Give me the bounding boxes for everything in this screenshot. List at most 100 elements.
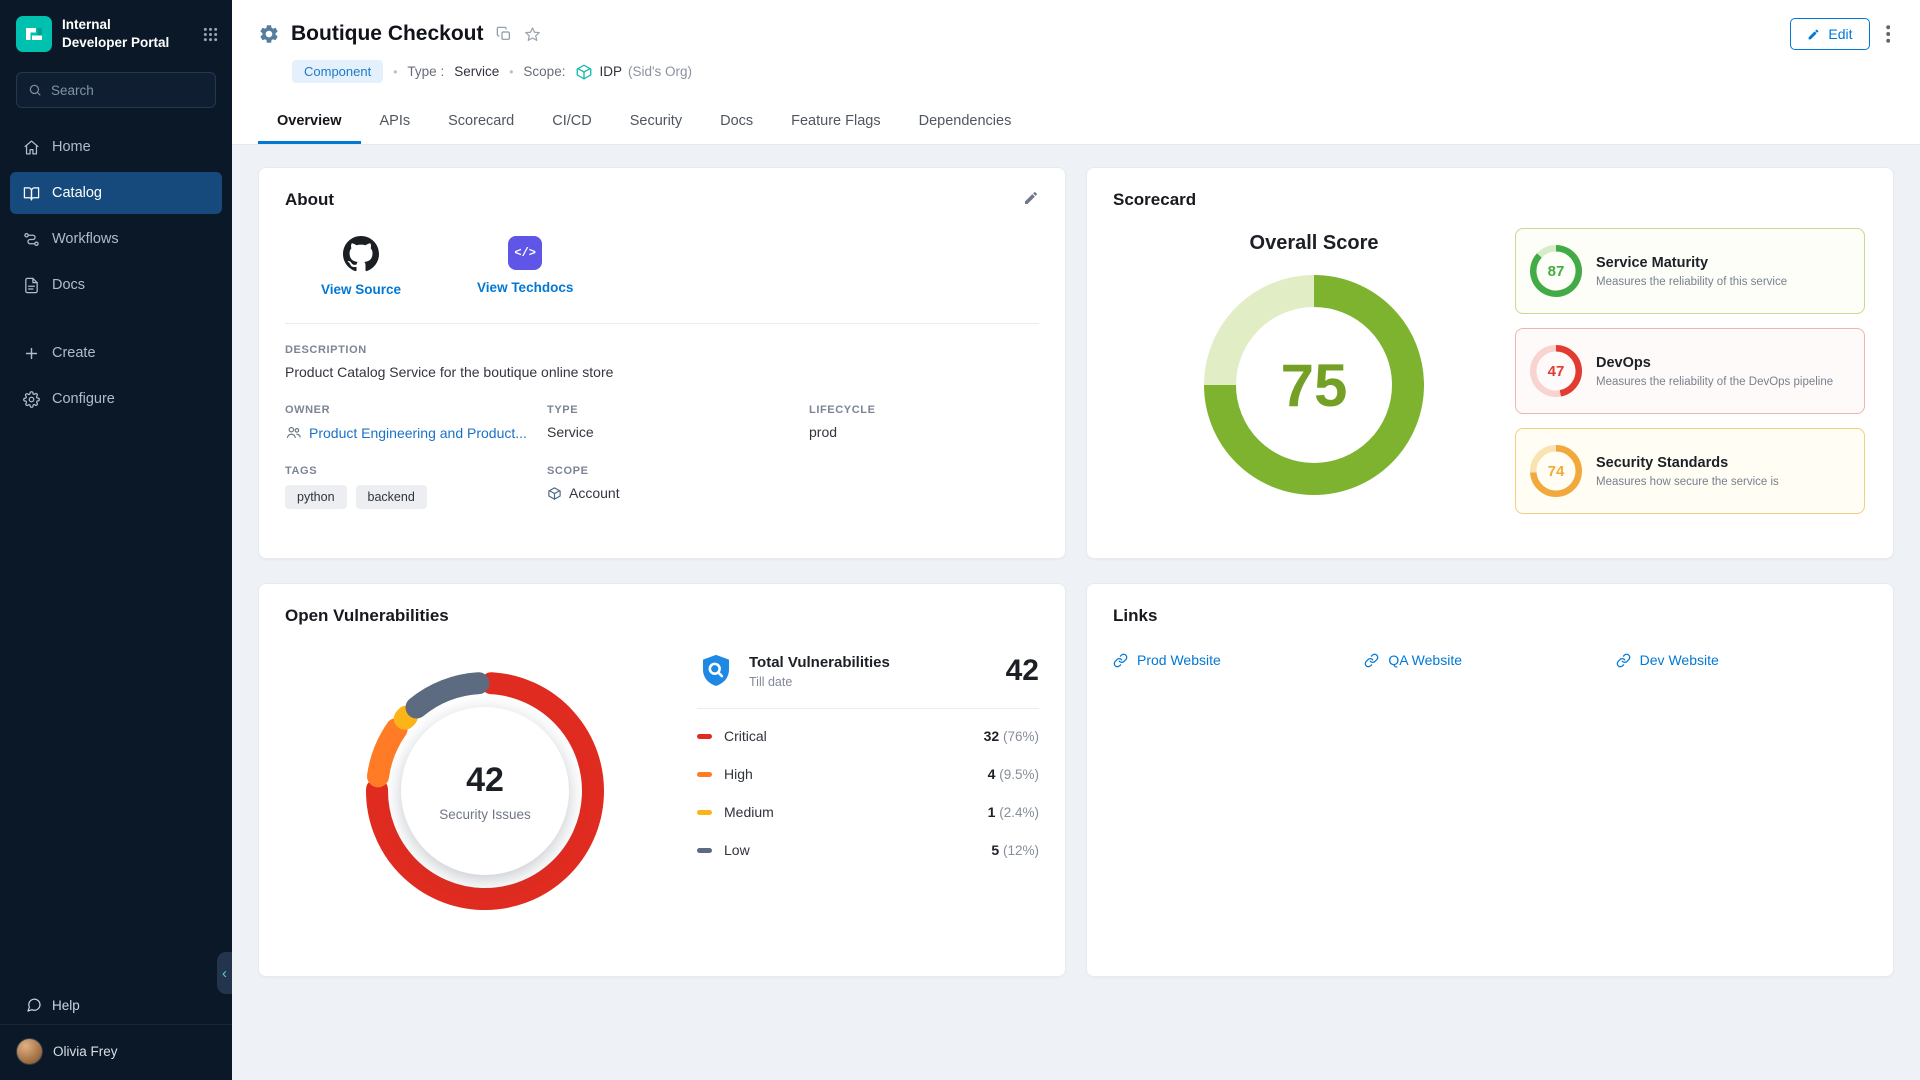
search-icon	[28, 83, 42, 97]
score-mini-donut: 74	[1530, 445, 1582, 497]
link-qa-website[interactable]: QA Website	[1364, 652, 1615, 668]
type-key: Type :	[407, 64, 444, 79]
user-menu[interactable]: Olivia Frey	[0, 1024, 232, 1080]
tab-apis[interactable]: APIs	[361, 98, 430, 144]
owner-label: OWNER	[285, 404, 547, 416]
page-header: Boutique Checkout Edit	[232, 0, 1920, 98]
about-edit-pencil-icon[interactable]	[1023, 190, 1039, 206]
scope-value: Account	[569, 485, 620, 501]
github-icon	[343, 236, 379, 272]
vuln-label: High	[724, 766, 753, 782]
view-techdocs-link[interactable]: </> View Techdocs	[477, 236, 573, 297]
description-value: Product Catalog Service for the boutique…	[285, 364, 1039, 380]
owner-value: Product Engineering and Product...	[309, 425, 527, 441]
score-desc: Measures the reliability of the DevOps p…	[1596, 376, 1833, 388]
vuln-label: Critical	[724, 728, 767, 744]
kebab-menu-icon[interactable]	[1886, 25, 1891, 43]
vuln-pct: (2.4%)	[999, 805, 1039, 820]
apps-grid-icon[interactable]	[203, 27, 218, 42]
description-block: DESCRIPTION Product Catalog Service for …	[285, 344, 1039, 380]
lifecycle-block: LIFECYCLE prod	[809, 404, 1039, 441]
scorecard-item[interactable]: 87 Service Maturity Measures the reliabi…	[1515, 228, 1865, 314]
score-mini-donut: 47	[1530, 345, 1582, 397]
tag-pill[interactable]: backend	[356, 485, 427, 509]
sidebar-item-home[interactable]: Home	[10, 126, 222, 168]
tags-label: TAGS	[285, 465, 547, 477]
scope-org: (Sid's Org)	[628, 64, 692, 79]
search-input[interactable]	[51, 83, 204, 98]
account-scope-icon	[547, 486, 562, 501]
sidebar-footer: Help Olivia Frey	[0, 986, 232, 1080]
tab-docs[interactable]: Docs	[701, 98, 772, 144]
sidebar-collapse-handle[interactable]: ‹	[217, 952, 232, 994]
content-grid: About View Source </> View Techdocs	[232, 145, 1920, 1080]
help-button[interactable]: Help	[0, 986, 232, 1024]
sidebar-item-workflows[interactable]: Workflows	[10, 218, 222, 260]
avatar	[16, 1038, 43, 1065]
logo-row: Internal Developer Portal	[0, 0, 232, 64]
owner-link[interactable]: Product Engineering and Product...	[285, 424, 535, 441]
scorecard-item[interactable]: 74 Security Standards Measures how secur…	[1515, 428, 1865, 514]
vuln-dash	[697, 734, 712, 739]
sidebar-item-configure[interactable]: Configure	[10, 378, 222, 420]
edit-button[interactable]: Edit	[1790, 18, 1869, 50]
gear-icon	[23, 391, 40, 408]
tag-pill[interactable]: python	[285, 485, 347, 509]
vuln-row-medium: Medium 1 (2.4%)	[697, 793, 1039, 831]
home-icon	[23, 139, 40, 156]
tab-feature-flags[interactable]: Feature Flags	[772, 98, 899, 144]
sidebar-spacer	[0, 308, 232, 330]
star-icon[interactable]	[524, 26, 541, 43]
scorecard-card: Scorecard Overall Score 75 87	[1086, 167, 1894, 559]
type-label: TYPE	[547, 404, 809, 416]
vuln-dash	[697, 848, 712, 853]
sidebar-item-label: Home	[52, 139, 91, 155]
description-label: DESCRIPTION	[285, 344, 1039, 356]
overall-score-value: 75	[1204, 275, 1424, 495]
copy-icon[interactable]	[496, 26, 512, 42]
vuln-pct: (12%)	[1003, 843, 1039, 858]
divider	[697, 708, 1039, 709]
sidebar-item-create[interactable]: Create	[10, 332, 222, 374]
type-value: Service	[454, 64, 499, 79]
workflows-icon	[23, 231, 40, 248]
brand-title: Internal Developer Portal	[62, 16, 169, 51]
kind-badge: Component	[292, 60, 383, 83]
security-issues-count: 42	[466, 761, 504, 800]
total-vulnerabilities-row: Total Vulnerabilities Till date 42	[697, 652, 1039, 690]
tab-scorecard[interactable]: Scorecard	[429, 98, 533, 144]
dot-separator: •	[509, 65, 513, 79]
tab-overview[interactable]: Overview	[258, 98, 361, 144]
score-desc: Measures the reliability of this service	[1596, 276, 1787, 288]
vulnerabilities-donut-center: 42 Security Issues	[401, 707, 569, 875]
link-label: Dev Website	[1640, 652, 1719, 668]
vulnerabilities-card-title: Open Vulnerabilities	[285, 606, 1039, 626]
score-value: 74	[1530, 445, 1582, 497]
sidebar-item-label: Workflows	[52, 231, 119, 247]
link-dev-website[interactable]: Dev Website	[1616, 652, 1867, 668]
tab-dependencies[interactable]: Dependencies	[900, 98, 1031, 144]
overall-score-title: Overall Score	[1250, 232, 1379, 255]
vuln-count: 5	[991, 842, 999, 858]
scope-key: Scope:	[523, 64, 565, 79]
vulnerabilities-donut: 42 Security Issues	[366, 672, 604, 910]
sidebar-search[interactable]	[16, 72, 216, 108]
sidebar-item-catalog[interactable]: Catalog	[10, 172, 222, 214]
links-card: Links Prod Website QA Website Dev Websit…	[1086, 583, 1894, 977]
vuln-row-high: High 4 (9.5%)	[697, 755, 1039, 793]
view-source-label: View Source	[321, 282, 401, 297]
tab-security[interactable]: Security	[611, 98, 701, 144]
sidebar-item-docs[interactable]: Docs	[10, 264, 222, 306]
shield-search-icon	[697, 652, 735, 690]
view-source-link[interactable]: View Source	[321, 236, 401, 297]
score-name: Security Standards	[1596, 455, 1779, 471]
link-prod-website[interactable]: Prod Website	[1113, 652, 1364, 668]
links-card-title: Links	[1113, 606, 1867, 626]
tab-cicd[interactable]: CI/CD	[533, 98, 610, 144]
sidebar: Internal Developer Portal Home Catalog W…	[0, 0, 232, 1080]
link-label: Prod Website	[1137, 652, 1221, 668]
about-card-title: About	[285, 190, 1039, 210]
link-icon	[1113, 653, 1128, 668]
scorecard-item[interactable]: 47 DevOps Measures the reliability of th…	[1515, 328, 1865, 414]
score-value: 87	[1530, 245, 1582, 297]
